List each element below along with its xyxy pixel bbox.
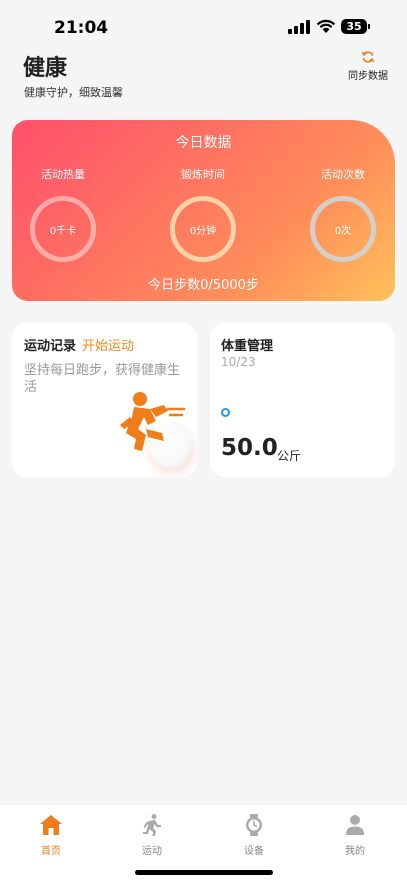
tab-device[interactable]: 设备 xyxy=(219,813,289,857)
home-icon xyxy=(40,815,62,835)
weight-value: 50.0 xyxy=(221,435,278,461)
start-exercise-link[interactable]: 开始运动 xyxy=(82,335,134,354)
watch-icon xyxy=(246,814,262,836)
running-person-icon xyxy=(120,392,186,451)
tab-sport[interactable]: 运动 xyxy=(117,813,187,857)
health-home-screen: 21:04 35 健康 健康守护，细致温馨 同步数据 今日数据 活动热量 0千卡… xyxy=(0,0,407,883)
sync-icon xyxy=(361,51,375,63)
metric-label: 活动热量 xyxy=(41,168,85,181)
metric-label: 锻炼时间 xyxy=(181,168,225,181)
home-indicator[interactable] xyxy=(135,870,273,875)
status-bar: 21:04 35 xyxy=(0,0,407,48)
metric-activity-count: 活动次数 0次 xyxy=(298,166,388,262)
runner-illustration xyxy=(112,389,196,471)
profile-icon xyxy=(346,815,364,835)
weight-title: 体重管理 xyxy=(221,339,274,354)
page-subtitle: 健康守护，细致温馨 xyxy=(24,86,123,99)
cellular-signal-icon xyxy=(288,20,310,34)
tab-label: 我的 xyxy=(345,846,365,857)
page-title: 健康 xyxy=(23,56,68,81)
status-time: 21:04 xyxy=(54,18,109,38)
metric-calories: 活动热量 0千卡 xyxy=(18,166,108,262)
metric-label: 活动次数 xyxy=(321,168,365,181)
weight-management-card[interactable]: 体重管理 10/23 50.0 公斤 xyxy=(210,323,395,477)
weight-date: 10/23 xyxy=(221,355,256,369)
sport-record-card[interactable]: 运动记录 开始运动 坚持每日跑步，获得健康生活 xyxy=(12,323,197,477)
today-data-card[interactable]: 今日数据 活动热量 0千卡 锻炼时间 0分钟 活动次数 0次 今日步数0/500… xyxy=(12,120,395,301)
sync-data-button[interactable]: 同步数据 xyxy=(346,50,390,82)
battery-icon: 35 xyxy=(341,19,367,34)
tab-label: 设备 xyxy=(244,846,264,857)
progress-ring: 0分钟 xyxy=(170,196,236,262)
tab-label: 首页 xyxy=(41,846,61,857)
progress-ring: 0次 xyxy=(310,196,376,262)
sport-record-title: 运动记录 xyxy=(24,339,77,354)
running-icon xyxy=(143,814,161,836)
metric-value: 0分钟 xyxy=(189,225,217,237)
today-data-title: 今日数据 xyxy=(175,135,232,151)
tab-profile[interactable]: 我的 xyxy=(320,813,390,857)
wifi-icon xyxy=(316,19,336,33)
weight-unit: 公斤 xyxy=(277,449,302,463)
today-steps: 今日步数0/5000步 xyxy=(148,278,259,293)
progress-ring: 0千卡 xyxy=(30,196,96,262)
metric-value: 0千卡 xyxy=(49,225,77,237)
metric-exercise-time: 锻炼时间 0分钟 xyxy=(158,166,248,262)
metric-value: 0次 xyxy=(334,225,352,237)
sync-data-label: 同步数据 xyxy=(348,71,388,82)
battery-cap xyxy=(368,24,370,29)
tab-home[interactable]: 首页 xyxy=(16,813,86,857)
weight-chart-dot xyxy=(221,408,230,417)
tab-label: 运动 xyxy=(142,846,162,857)
